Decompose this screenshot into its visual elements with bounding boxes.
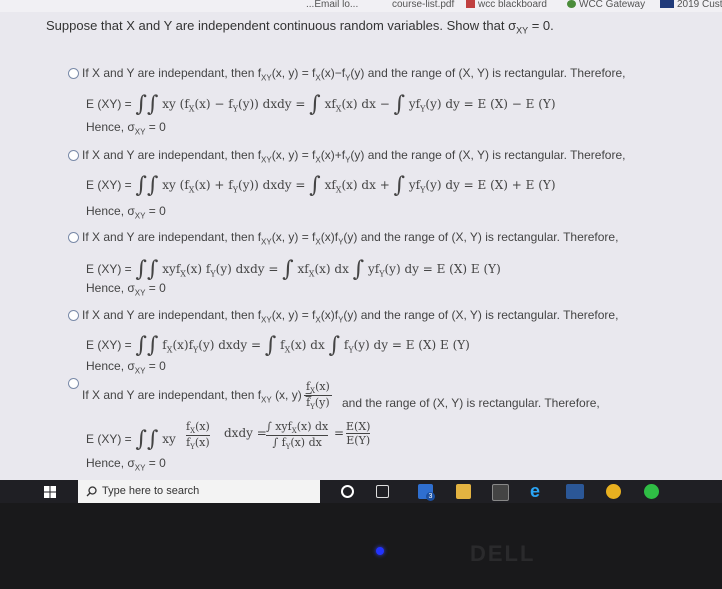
integrand-fraction: fX(x) fY(x): [186, 420, 210, 452]
radio-button[interactable]: [68, 150, 79, 161]
hence-line: Hence, σXY = 0: [86, 204, 166, 221]
word-icon[interactable]: [566, 484, 584, 499]
whatsapp-icon[interactable]: [644, 484, 659, 499]
windows-start-icon[interactable]: [44, 486, 56, 498]
expectation-equation: E (XY) = ∫∫ xy: [86, 427, 176, 452]
file-explorer-icon[interactable]: [456, 484, 471, 499]
dxdy-term: dxdy =: [224, 426, 267, 440]
dell-logo: DELL: [470, 541, 536, 566]
hence-line: Hence, σXY = 0: [86, 359, 166, 376]
blackboard-icon: [466, 0, 475, 9]
question-text: Suppose that X and Y are independent con…: [46, 18, 554, 36]
option-statement-end: and the range of (X, Y) is rectangular. …: [342, 396, 600, 410]
search-icon: [86, 486, 97, 497]
bookmark-partial-left[interactable]: ...Email lo...: [306, 0, 358, 10]
radio-button[interactable]: [68, 378, 79, 389]
task-view-icon[interactable]: [376, 485, 389, 498]
edge-icon[interactable]: e: [530, 482, 545, 500]
mail-badge: 3: [426, 492, 435, 501]
hence-line: Hence, σXY = 0: [86, 281, 166, 298]
radio-button[interactable]: [68, 232, 79, 243]
taskbar-search-box[interactable]: Type here to search: [78, 480, 320, 503]
chrome-icon[interactable]: [606, 484, 621, 499]
monitor-bezel: DELL: [0, 503, 722, 589]
bookmark-wcc-blackboard[interactable]: wcc blackboard: [466, 0, 547, 10]
hence-line: Hence, σXY = 0: [86, 120, 166, 137]
bookmark-2019-cust[interactable]: 2019 Cust: [660, 0, 722, 10]
browser-screen: ...Email lo... course-list.pdf wcc black…: [0, 0, 722, 480]
equals-sign: =: [334, 426, 345, 440]
windows-taskbar: Type here to search 3 e: [0, 480, 722, 503]
bookmark-course-list[interactable]: course-list.pdf: [392, 0, 454, 10]
hence-line: Hence, σXY = 0: [86, 456, 166, 473]
option-statement: If X and Y are independant, then fXY(x, …: [82, 148, 626, 165]
search-placeholder: Type here to search: [102, 485, 200, 497]
option-statement: If X and Y are independant, then fXY(x, …: [82, 66, 626, 83]
expectation-equation: E (XY) = ∫∫ fX(x)fY(y) dxdy = ∫ fX(x) dx…: [86, 333, 470, 358]
option-statement: If X and Y are independant, then fXY (x,…: [82, 388, 313, 405]
expectation-ratio: E(X) E(Y): [346, 420, 371, 447]
option-statement: If X and Y are independant, then fXY(x, …: [82, 308, 619, 325]
density-ratio: fX(x) fY(y): [304, 380, 332, 412]
radio-button[interactable]: [68, 310, 79, 321]
cortana-icon[interactable]: [341, 485, 354, 498]
bookmarks-bar: ...Email lo... course-list.pdf wcc black…: [0, 0, 722, 12]
radio-button[interactable]: [68, 68, 79, 79]
gateway-icon: [567, 0, 576, 9]
expectation-equation: E (XY) = ∫∫ xyfX(x) fY(y) dxdy = ∫ xfX(x…: [86, 257, 501, 282]
webcam-light-icon: [376, 547, 384, 555]
option-statement: If X and Y are independant, then fXY(x, …: [82, 230, 619, 247]
bookmark-wcc-gateway[interactable]: WCC Gateway: [567, 0, 645, 10]
store-icon[interactable]: [492, 484, 509, 501]
ratio-integrals: ∫ xyfX(x) dx ∫ fY(x) dx: [266, 420, 329, 452]
mail-icon[interactable]: 3: [418, 484, 435, 501]
expectation-equation: E (XY) = ∫∫ xy (fX(x) + fY(y)) dxdy = ∫ …: [86, 173, 556, 198]
dh-icon: [660, 0, 674, 9]
expectation-equation: E (XY) = ∫∫ xy (fX(x) − fY(y)) dxdy = ∫ …: [86, 92, 556, 117]
